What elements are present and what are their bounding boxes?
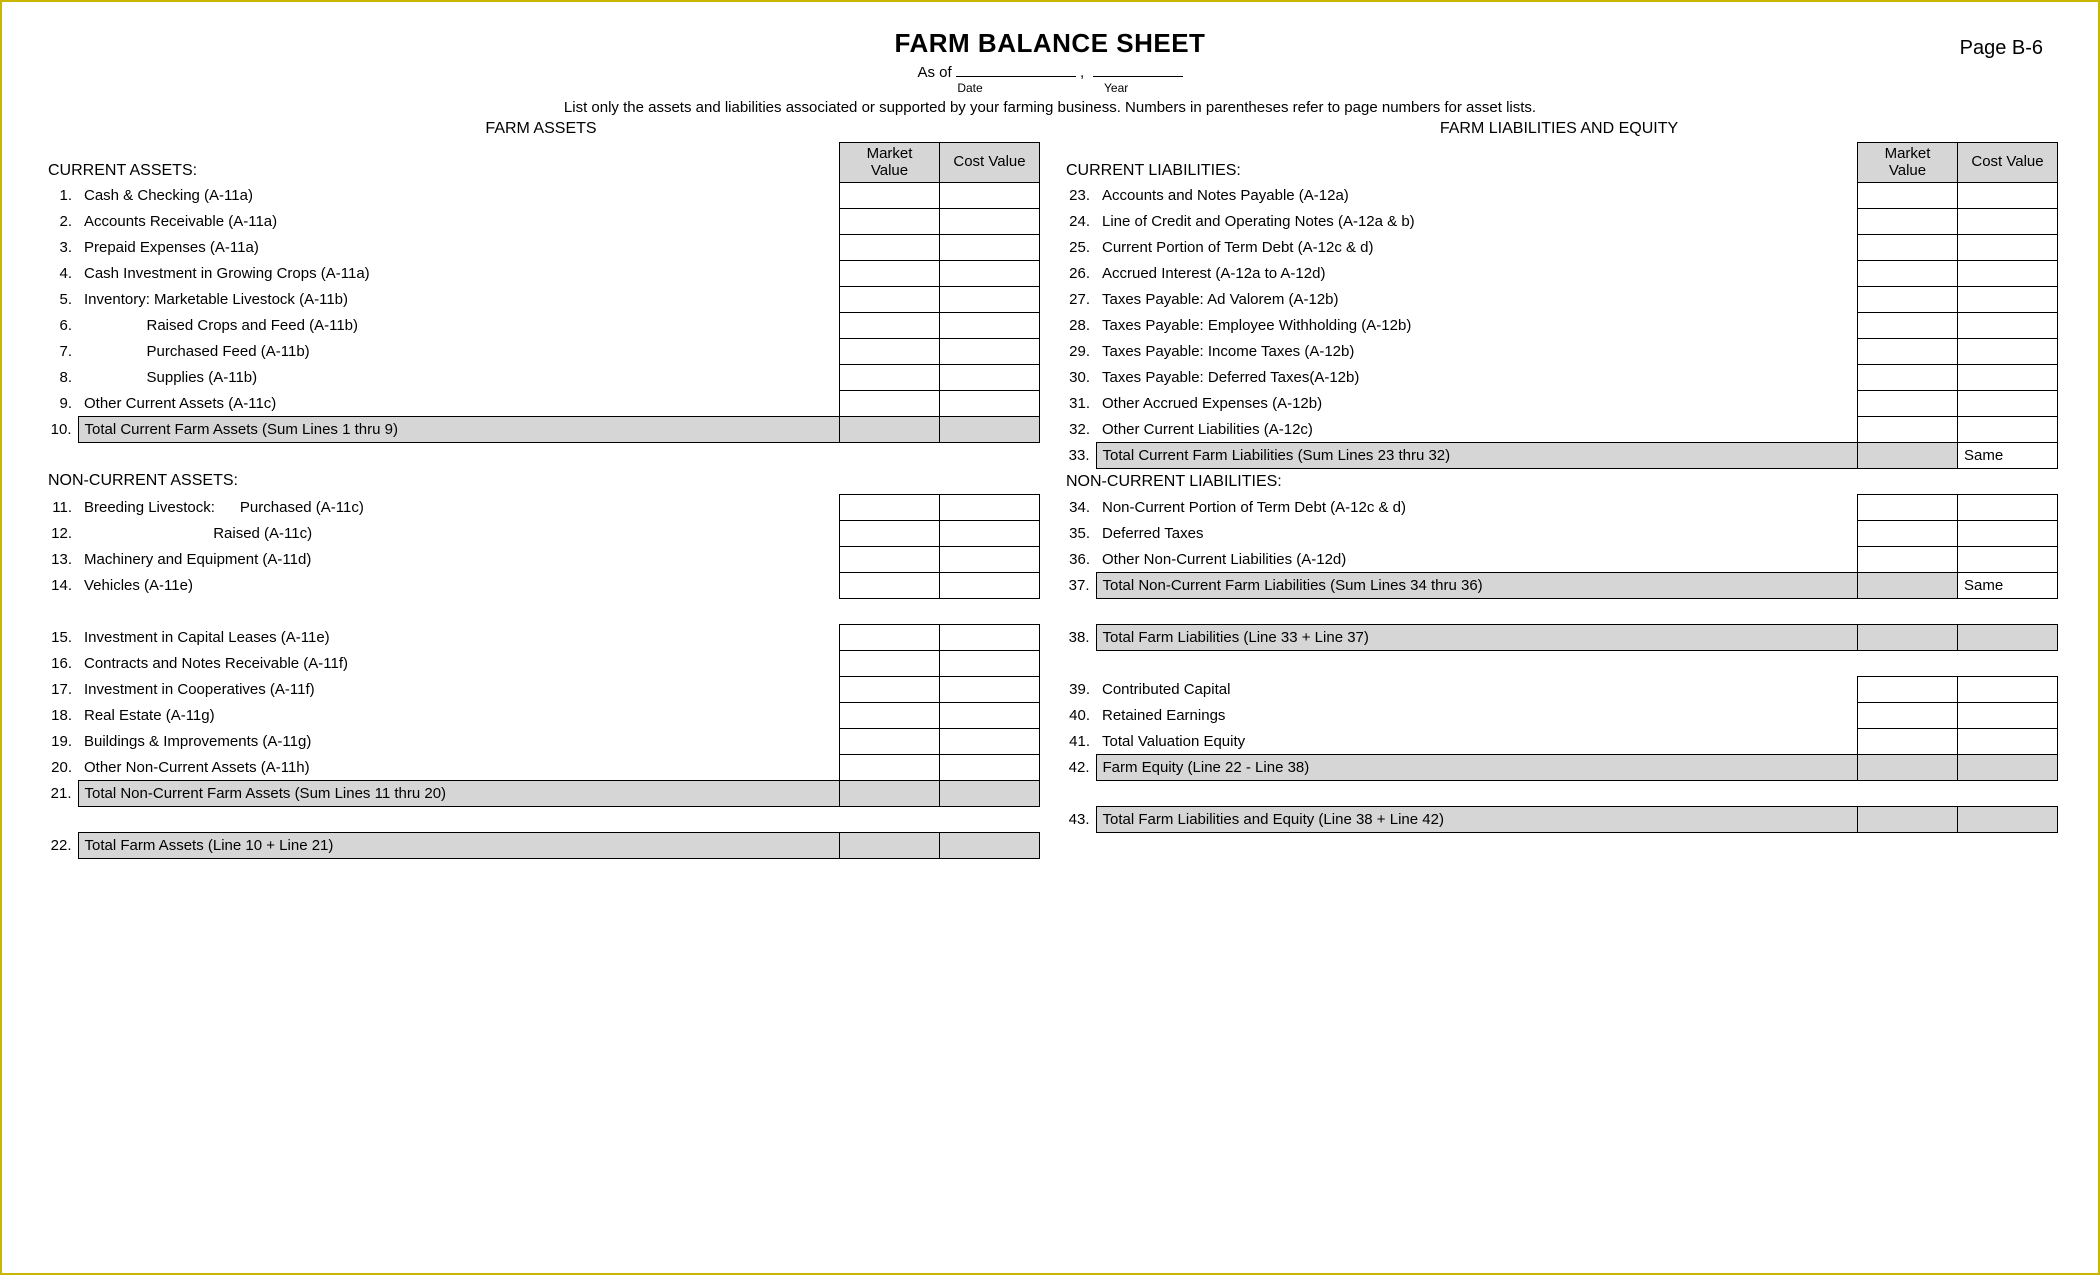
row-liab-31: 31.Other Accrued Expenses (A-12b) xyxy=(1060,391,2058,417)
row-asset-8: 8. Supplies (A-11b) xyxy=(42,365,1040,391)
row-liab-38: 38.Total Farm Liabilities (Line 33 + Lin… xyxy=(1060,625,2058,651)
row-liab-24: 24.Line of Credit and Operating Notes (A… xyxy=(1060,209,2058,235)
page-number: Page B-6 xyxy=(1960,37,2043,60)
row-asset-17: 17.Investment in Cooperatives (A-11f) xyxy=(42,677,1040,703)
row-asset-10: 10.Total Current Farm Assets (Sum Lines … xyxy=(42,417,1040,443)
instructions: List only the assets and liabilities ass… xyxy=(42,99,2058,116)
row-liab-26: 26.Accrued Interest (A-12a to A-12d) xyxy=(1060,261,2058,287)
year-blank[interactable] xyxy=(1093,63,1183,77)
liab-market-header: Market Value xyxy=(1858,143,1958,183)
liab-cost-header: Cost Value xyxy=(1958,143,2058,183)
row-asset-6: 6. Raised Crops and Feed (A-11b) xyxy=(42,313,1040,339)
row-asset-22: 22.Total Farm Assets (Line 10 + Line 21) xyxy=(42,833,1040,859)
assets-col-title: FARM ASSETS xyxy=(42,120,1040,138)
liab-col-title: FARM LIABILITIES AND EQUITY xyxy=(1060,120,2058,138)
row-asset-15: 15.Investment in Capital Leases (A-11e) xyxy=(42,625,1040,651)
row-liab-36: 36.Other Non-Current Liabilities (A-12d) xyxy=(1060,547,2058,573)
row-asset-19: 19.Buildings & Improvements (A-11g) xyxy=(42,729,1040,755)
row-liab-23: 23.Accounts and Notes Payable (A-12a) xyxy=(1060,183,2058,209)
row-asset-18: 18.Real Estate (A-11g) xyxy=(42,703,1040,729)
row-asset-4: 4.Cash Investment in Growing Crops (A-11… xyxy=(42,261,1040,287)
date-sublabel: Date xyxy=(957,81,1077,95)
row-asset-2: 2.Accounts Receivable (A-11a) xyxy=(42,209,1040,235)
row-liab-25: 25.Current Portion of Term Debt (A-12c &… xyxy=(1060,235,2058,261)
row-asset-1: 1.Cash & Checking (A-11a) xyxy=(42,183,1040,209)
row-liab-41: 41.Total Valuation Equity xyxy=(1060,729,2058,755)
current-assets-label: CURRENT ASSETS: xyxy=(48,162,197,179)
year-sublabel: Year xyxy=(1104,81,1194,95)
row-asset-7: 7. Purchased Feed (A-11b) xyxy=(42,339,1040,365)
sheet-title: FARM BALANCE SHEET xyxy=(42,28,2058,59)
noncurrent-liab-label: NON-CURRENT LIABILITIES: xyxy=(1066,473,1282,490)
row-liab-29: 29.Taxes Payable: Income Taxes (A-12b) xyxy=(1060,339,2058,365)
row-asset-5: 5.Inventory: Marketable Livestock (A-11b… xyxy=(42,287,1040,313)
row-liab-37: 37.Total Non-Current Farm Liabilities (S… xyxy=(1060,573,2058,599)
row-liab-33: 33.Total Current Farm Liabilities (Sum L… xyxy=(1060,443,2058,469)
row-liab-28: 28.Taxes Payable: Employee Withholding (… xyxy=(1060,313,2058,339)
assets-cost-header: Cost Value xyxy=(940,143,1040,183)
assets-market-header: Market Value xyxy=(840,143,940,183)
row-asset-20: 20.Other Non-Current Assets (A-11h) xyxy=(42,755,1040,781)
current-liab-label: CURRENT LIABILITIES: xyxy=(1066,162,1241,179)
row-liab-34: 34.Non-Current Portion of Term Debt (A-1… xyxy=(1060,495,2058,521)
row-asset-13: 13.Machinery and Equipment (A-11d) xyxy=(42,547,1040,573)
row-asset-3: 3.Prepaid Expenses (A-11a) xyxy=(42,235,1040,261)
row-asset-9: 9.Other Current Assets (A-11c) xyxy=(42,391,1040,417)
noncurrent-assets-label: NON-CURRENT ASSETS: xyxy=(48,472,238,489)
row-asset-21: 21.Total Non-Current Farm Assets (Sum Li… xyxy=(42,781,1040,807)
asof-sublabels: Date Year xyxy=(42,81,2058,95)
asof-line: As of , xyxy=(42,63,2058,81)
row-asset-12: 12. Raised (A-11c) xyxy=(42,521,1040,547)
row-liab-39: 39.Contributed Capital xyxy=(1060,677,2058,703)
row-liab-42: 42.Farm Equity (Line 22 - Line 38) xyxy=(1060,755,2058,781)
row-liab-32: 32.Other Current Liabilities (A-12c) xyxy=(1060,417,2058,443)
row-asset-16: 16.Contracts and Notes Receivable (A-11f… xyxy=(42,651,1040,677)
asof-prefix: As of xyxy=(917,64,951,81)
row-liab-35: 35.Deferred Taxes xyxy=(1060,521,2058,547)
row-liab-40: 40.Retained Earnings xyxy=(1060,703,2058,729)
liab-table: CURRENT LIABILITIES: Market Value Cost V… xyxy=(1060,142,2058,833)
assets-table: CURRENT ASSETS: Market Value Cost Value … xyxy=(42,142,1040,859)
row-asset-11: 11.Breeding Livestock: Purchased (A-11c) xyxy=(42,495,1040,521)
date-blank[interactable] xyxy=(956,63,1076,77)
row-liab-27: 27.Taxes Payable: Ad Valorem (A-12b) xyxy=(1060,287,2058,313)
row-liab-30: 30.Taxes Payable: Deferred Taxes(A-12b) xyxy=(1060,365,2058,391)
row-asset-14: 14.Vehicles (A-11e) xyxy=(42,573,1040,599)
row-liab-43: 43.Total Farm Liabilities and Equity (Li… xyxy=(1060,807,2058,833)
